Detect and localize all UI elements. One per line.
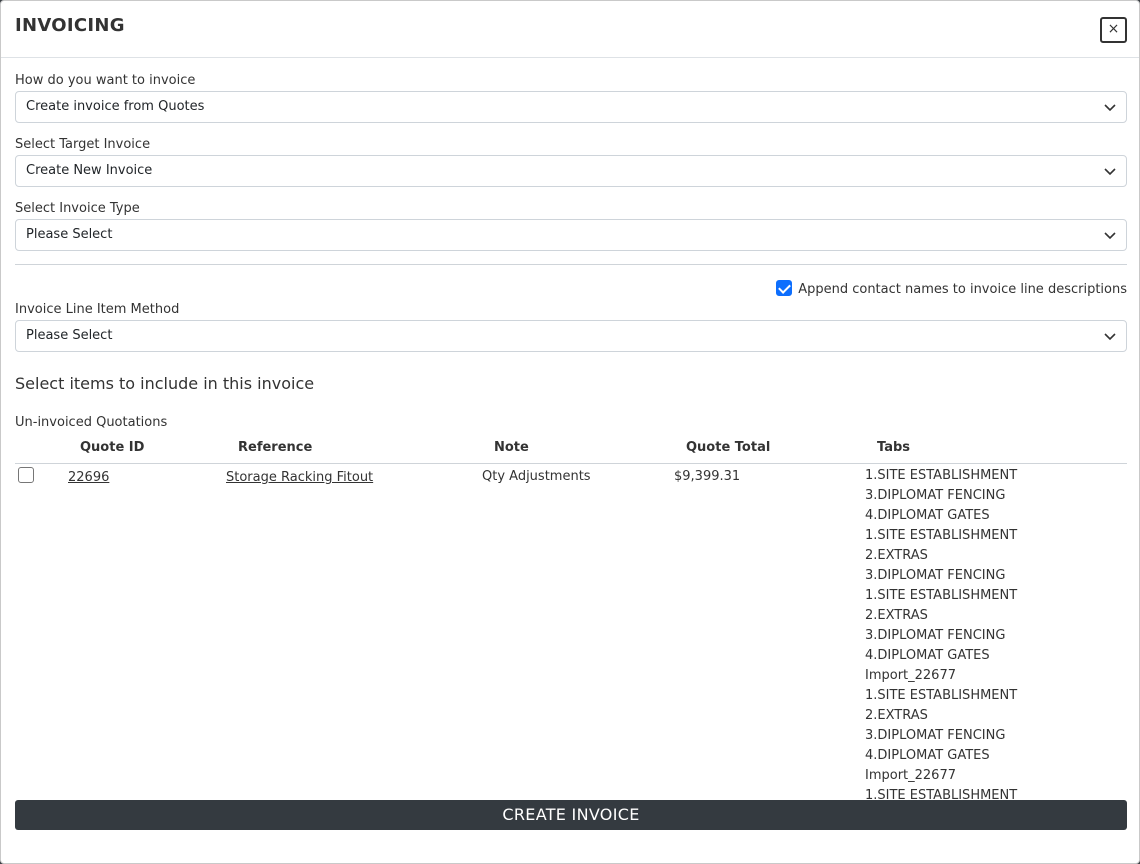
uninvoiced-quotations-title: Un-invoiced Quotations — [15, 415, 168, 430]
column-header-quote-total: Quote Total — [686, 440, 771, 455]
create-invoice-button[interactable]: CREATE INVOICE — [15, 800, 1127, 830]
tab-entry: 3.DIPLOMAT FENCING — [865, 568, 1006, 583]
tab-entry: 4.DIPLOMAT GATES — [865, 748, 990, 763]
append-contacts-checkbox[interactable] — [776, 279, 793, 296]
target-invoice-select[interactable]: Create New Invoice — [15, 155, 1127, 187]
invoice-type-select[interactable]: Please Select — [15, 219, 1127, 251]
tab-entry: 3.DIPLOMAT FENCING — [865, 728, 1006, 743]
tab-entry: 2.EXTRAS — [865, 708, 928, 723]
quote-total: $9,399.31 — [674, 469, 741, 484]
invoicing-modal: INVOICING × How do you want to invoice C… — [0, 0, 1140, 864]
tab-entry: 3.DIPLOMAT FENCING — [865, 628, 1006, 643]
modal-header: INVOICING × — [1, 1, 1139, 58]
target-invoice-label: Select Target Invoice — [15, 137, 151, 152]
chevron-down-icon — [1104, 333, 1116, 341]
target-invoice-value: Create New Invoice — [26, 163, 153, 178]
tab-entry: 1.SITE ESTABLISHMENT — [865, 688, 1018, 703]
invoice-method-select[interactable]: Create invoice from Quotes — [15, 91, 1127, 123]
tab-entry: 2.EXTRAS — [865, 608, 928, 623]
invoice-type-label: Select Invoice Type — [15, 201, 140, 216]
divider — [15, 264, 1127, 265]
chevron-down-icon — [1104, 232, 1116, 240]
tab-entry: Import_22677 — [865, 668, 956, 683]
line-item-method-select[interactable]: Please Select — [15, 320, 1127, 352]
invoice-type-value: Please Select — [26, 227, 113, 242]
tab-entry: 3.DIPLOMAT FENCING — [865, 488, 1006, 503]
column-header-tabs: Tabs — [877, 440, 911, 455]
tab-entry: 2.EXTRAS — [865, 548, 928, 563]
append-contacts-option[interactable]: Append contact names to invoice line des… — [776, 278, 1127, 297]
tab-entry: 4.DIPLOMAT GATES — [865, 648, 990, 663]
quote-note: Qty Adjustments — [482, 469, 591, 484]
quote-id-link[interactable]: 22696 — [68, 470, 109, 485]
quote-tabs-list: 1.SITE ESTABLISHMENT 3.DIPLOMAT FENCING 4.… — [865, 466, 1017, 800]
tab-entry: 1.SITE ESTABLISHMENT — [865, 468, 1018, 483]
line-item-method-label: Invoice Line Item Method — [15, 302, 180, 317]
tab-entry: 4.DIPLOMAT GATES — [865, 508, 990, 523]
invoice-method-value: Create invoice from Quotes — [26, 99, 205, 114]
chevron-down-icon — [1104, 168, 1116, 176]
chevron-down-icon — [1104, 104, 1116, 112]
tab-entry: 1.SITE ESTABLISHMENT — [865, 588, 1018, 603]
invoice-method-label: How do you want to invoice — [15, 73, 196, 88]
row-select-checkbox[interactable] — [18, 467, 34, 483]
items-section-title: Select items to include in this invoice — [15, 374, 315, 393]
table-row: 22696 Storage Racking Fitout Qty Adjustm… — [15, 462, 1127, 800]
column-header-reference: Reference — [238, 440, 313, 455]
append-contacts-label: Append contact names to invoice line des… — [798, 282, 1127, 297]
close-button[interactable]: × — [1100, 17, 1127, 43]
reference-link[interactable]: Storage Racking Fitout — [226, 470, 373, 485]
tab-entry: 1.SITE ESTABLISHMENT — [865, 788, 1018, 800]
column-header-note: Note — [494, 440, 529, 455]
tab-entry: 1.SITE ESTABLISHMENT — [865, 528, 1018, 543]
column-header-quote-id: Quote ID — [80, 440, 145, 455]
tab-entry: Import_22677 — [865, 768, 956, 783]
line-item-method-value: Please Select — [26, 328, 113, 343]
modal-title: INVOICING — [15, 15, 125, 36]
